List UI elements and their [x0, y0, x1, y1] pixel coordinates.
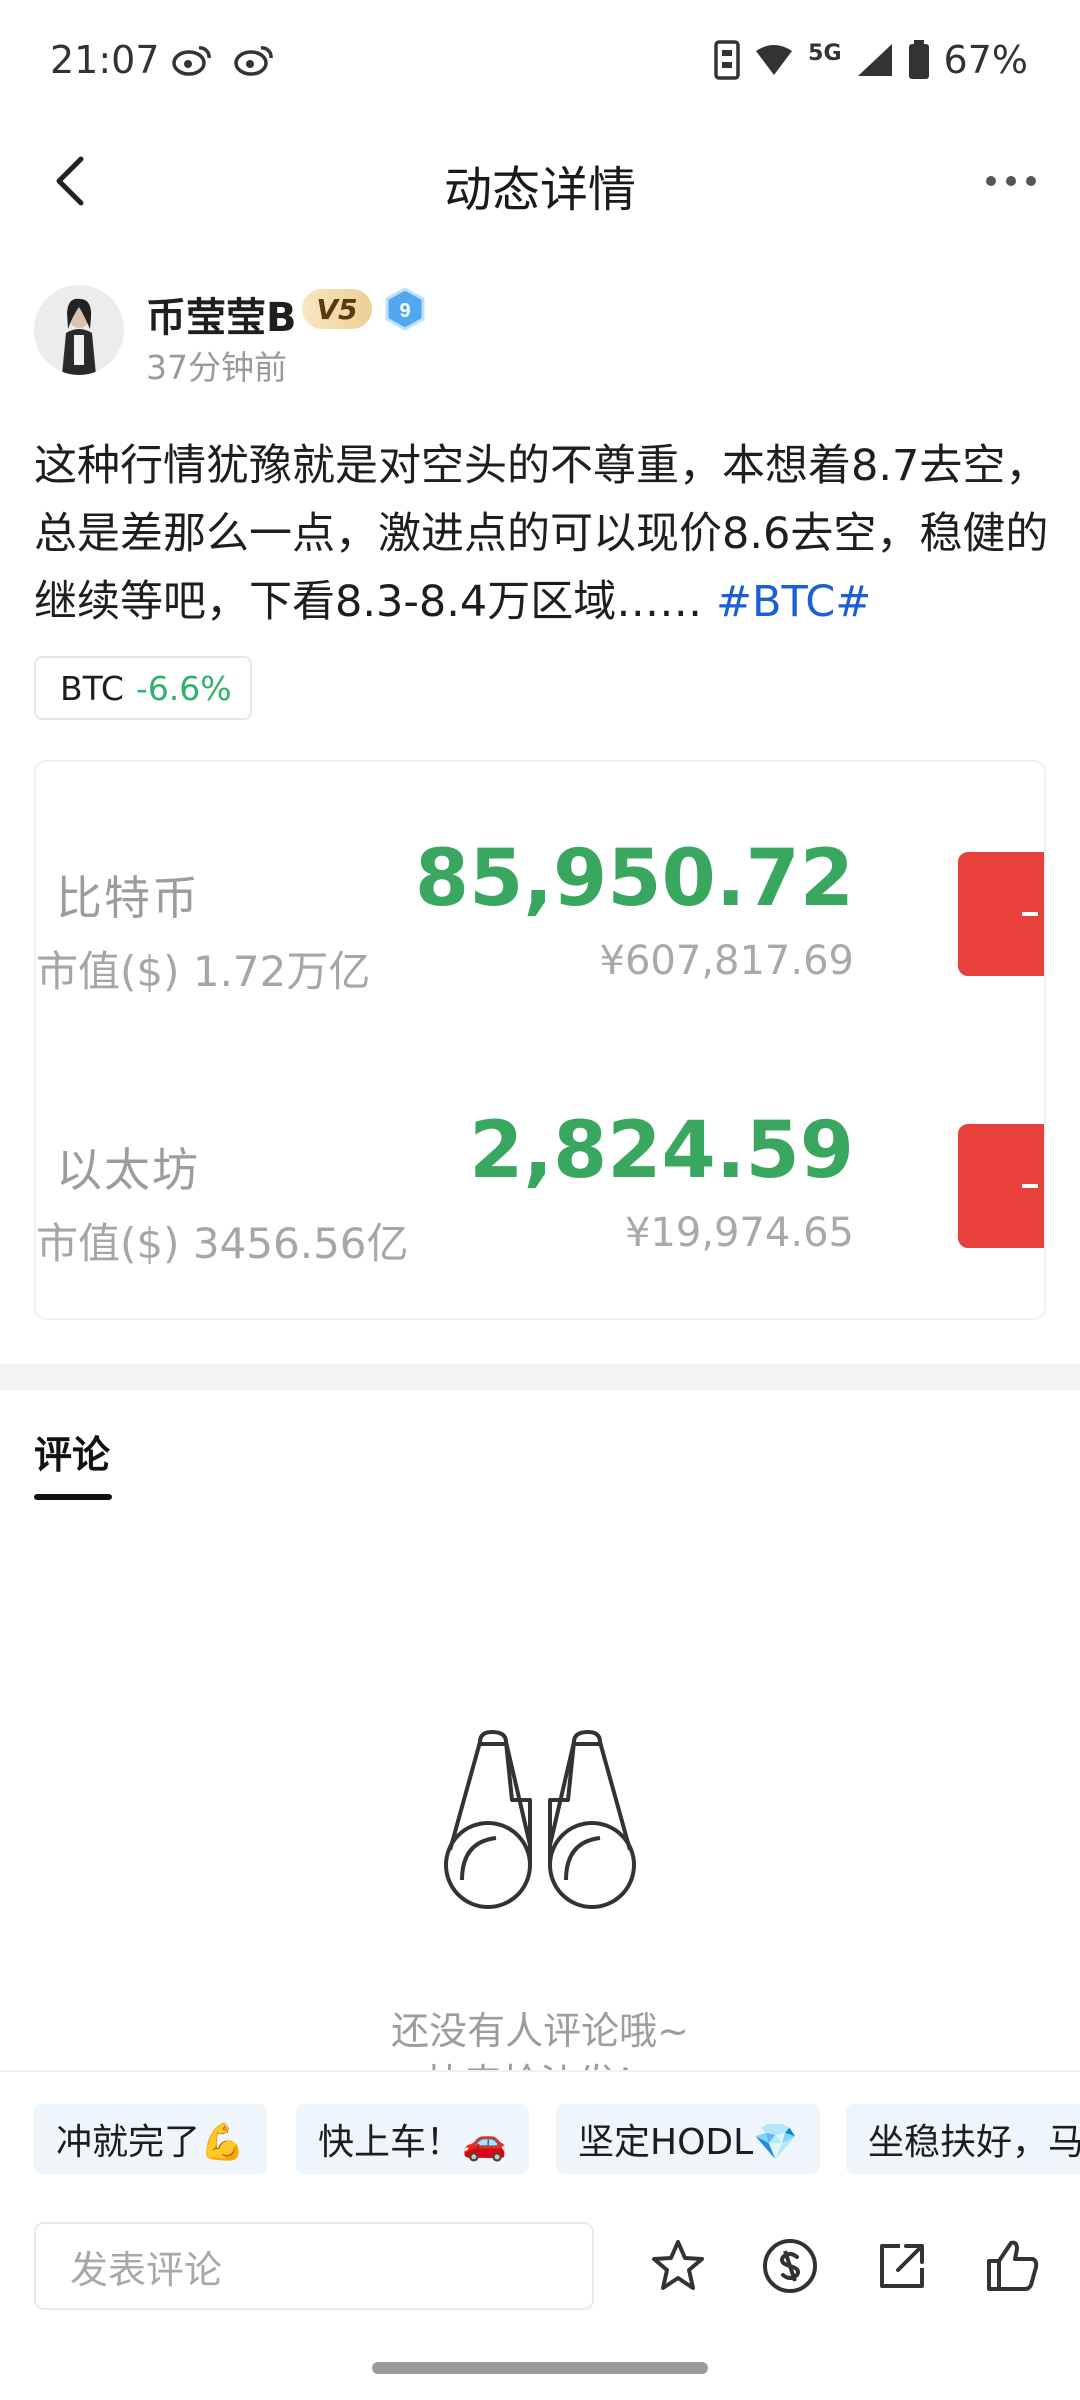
tip-button[interactable] [758, 2234, 822, 2298]
coin-name: 比特币 [56, 871, 200, 925]
coin-price: 85,950.72 [414, 834, 854, 924]
avatar-image [34, 285, 124, 375]
quick-reply-chip[interactable]: 快上车！🚗 [296, 2104, 529, 2174]
more-dots-icon [986, 176, 1036, 186]
sim-card-icon [714, 40, 740, 80]
market-row: 以太坊 市值($) 3456.56亿 2,824.59 ¥19,974.65 [36, 1106, 1044, 1314]
comment-input[interactable]: 发表评论 [34, 2222, 594, 2310]
market-cap: 市值($) 3456.56亿 [36, 1219, 409, 1268]
status-time: 21:07 [50, 38, 160, 82]
vip-badge: V5 [302, 289, 372, 329]
avatar[interactable] [34, 285, 124, 375]
more-options-button[interactable] [976, 156, 1046, 206]
market-row: 比特币 市值($) 1.72万亿 85,950.72 ¥607,817.69 [36, 834, 1044, 1042]
coin-price-cny: ¥19,974.65 [624, 1210, 854, 1256]
thumbs-up-icon [987, 2240, 1039, 2291]
coin-tag[interactable]: BTC -6.6% [34, 656, 252, 720]
battery-icon [908, 40, 929, 79]
coin-icon [763, 2239, 817, 2293]
quick-reply-chip[interactable]: 冲就完了💪 [34, 2104, 267, 2174]
level-hexagon-icon: 9 [385, 287, 425, 331]
coin-name: 以太坊 [56, 1143, 200, 1197]
top-nav-bar: 动态详情 [0, 126, 1080, 236]
author-name[interactable]: 币莹莹B [146, 285, 297, 343]
share-icon [880, 2244, 924, 2288]
favorite-button[interactable] [646, 2234, 710, 2298]
like-button[interactable] [980, 2234, 1044, 2298]
coin-price-cny: ¥607,817.69 [599, 938, 854, 984]
hashtag-link[interactable]: #BTC# [716, 577, 871, 627]
empty-comments-message: 还没有人评论哦~ [391, 2009, 689, 2053]
change-button [958, 852, 1044, 976]
share-button[interactable] [870, 2234, 934, 2298]
change-button [958, 1124, 1044, 1248]
coin-change: -6.6% [135, 668, 232, 708]
quick-reply-bar: 冲就完了💪 快上车！🚗 坚定HODL💎 坐稳扶好，马 [0, 2070, 1080, 2180]
star-icon [652, 2240, 704, 2290]
coin-symbol: BTC [60, 668, 124, 708]
level-badge: 9 [384, 287, 426, 331]
page-title: 动态详情 [443, 162, 636, 218]
network-type: 5G [808, 40, 842, 66]
signal-icon [857, 44, 892, 76]
comment-input-bar: 发表评论 [0, 2200, 1080, 2330]
post-content: 这种行情犹豫就是对空头的不尊重，本想着8.7去空，总是差那么一点，激进点的可以现… [34, 432, 1050, 636]
tab-indicator [34, 1494, 112, 1500]
empty-comments-hint: 快来抢沙发！ [0, 2052, 1080, 2070]
home-indicator[interactable] [372, 2362, 708, 2374]
level-number: 9 [399, 300, 410, 322]
wifi-icon [756, 45, 793, 75]
post-image[interactable]: 比特币 市值($) 1.72万亿 85,950.72 ¥607,817.69 以… [34, 760, 1046, 1320]
section-divider [0, 1364, 1080, 1390]
post-body: 这种行情犹豫就是对空头的不尊重，本想着8.7去空，总是差那么一点，激进点的可以现… [34, 441, 1049, 627]
binoculars-icon [444, 1730, 636, 1909]
post-author: 币莹莹B V5 9 37分钟前 [34, 285, 1046, 387]
tab-comments[interactable]: 评论 [34, 1424, 110, 1479]
quick-reply-chip[interactable]: 坚定HODL💎 [556, 2104, 821, 2174]
market-cap: 市值($) 1.72万亿 [36, 947, 371, 996]
post-time: 37分钟前 [146, 348, 287, 387]
status-bar: 21:07 5G 67% [0, 0, 1080, 126]
weibo-icon [172, 46, 211, 76]
battery-level: 67% [943, 38, 1028, 82]
coin-price: 2,824.59 [469, 1106, 854, 1196]
quick-reply-chip[interactable]: 坐稳扶好，马 [846, 2104, 1080, 2174]
weibo-icon [234, 46, 273, 76]
